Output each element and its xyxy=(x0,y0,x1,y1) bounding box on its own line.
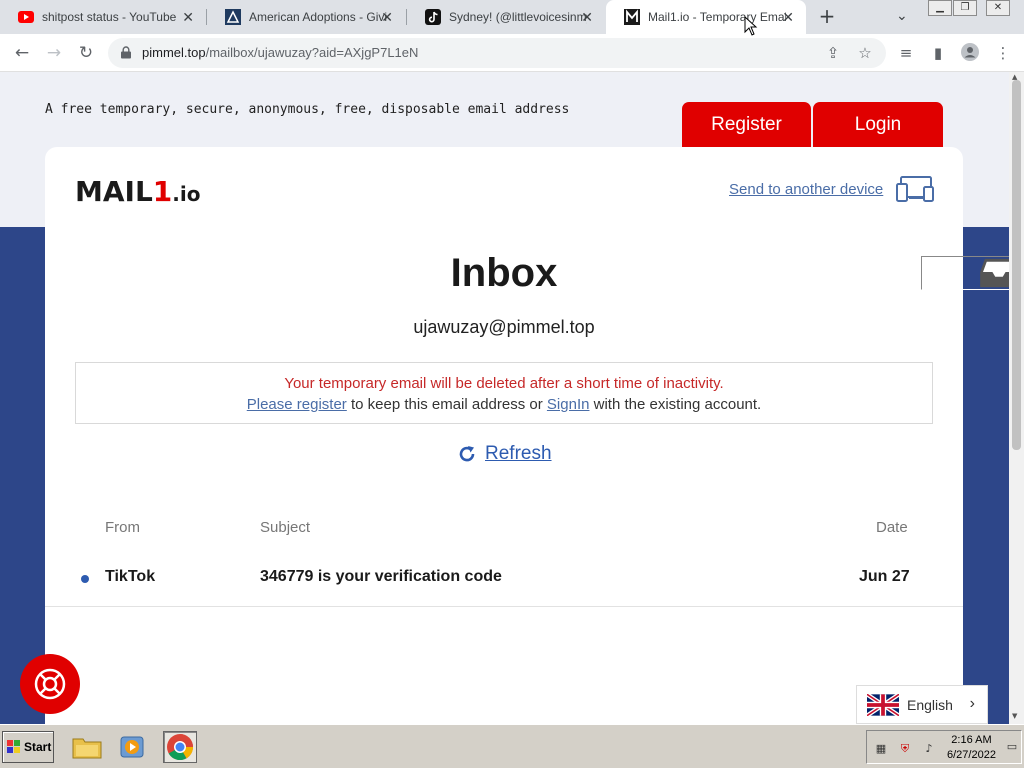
notice-end-text: with the existing account. xyxy=(589,396,762,413)
login-button[interactable]: Login xyxy=(813,102,943,148)
close-tab-icon[interactable]: ✕ xyxy=(581,9,593,25)
tab-search-chevron-icon[interactable]: ⌄ xyxy=(896,8,908,24)
tab-title: Mail1.io - Temporary Email xyxy=(648,10,786,24)
refresh-label: Refresh xyxy=(485,443,552,464)
network-icon[interactable]: ▦ xyxy=(873,742,889,756)
clock-time: 2:16 AM xyxy=(951,734,992,746)
unread-dot-icon xyxy=(81,575,89,583)
chrome-taskbar-icon[interactable] xyxy=(163,731,197,763)
language-label: English xyxy=(907,696,953,713)
site-tagline: A free temporary, secure, anonymous, fre… xyxy=(45,102,570,117)
lock-icon[interactable] xyxy=(120,46,132,59)
close-window-button[interactable]: ✕ xyxy=(986,0,1010,16)
side-panel-icon[interactable]: ▮ xyxy=(928,43,948,63)
tab-mail1[interactable]: Mail1.io - Temporary Email ✕ xyxy=(606,0,806,34)
bookmark-star-icon[interactable]: ☆ xyxy=(856,44,874,62)
uk-flag-icon xyxy=(867,693,899,716)
inactivity-notice: Your temporary email will be deleted aft… xyxy=(75,362,933,424)
forward-button[interactable]: → xyxy=(42,41,66,65)
profile-avatar-icon[interactable] xyxy=(960,43,980,63)
refresh-button[interactable]: Refresh xyxy=(457,443,552,465)
send-to-device-link[interactable]: Send to another device xyxy=(729,181,883,198)
scroll-down-icon[interactable]: ▼ xyxy=(1012,712,1017,720)
minimize-button[interactable]: ▁ xyxy=(928,0,952,16)
logo-accent: 1 xyxy=(152,175,173,208)
notice-actions: Please register to keep this email addre… xyxy=(76,394,932,415)
signin-link[interactable]: SignIn xyxy=(547,396,590,413)
reload-button[interactable]: ↻ xyxy=(74,41,98,65)
close-tab-icon[interactable]: ✕ xyxy=(782,9,794,25)
volume-icon[interactable]: ♪ xyxy=(921,742,937,756)
security-alert-icon[interactable]: ⛨ xyxy=(897,742,913,756)
tab-title: Sydney! (@littlevoicesinmy xyxy=(449,10,587,24)
close-tab-icon[interactable]: ✕ xyxy=(182,9,194,25)
tab-strip: shitpost status - YouTube ✕ American Ado… xyxy=(0,0,1024,34)
show-desktop-icon[interactable]: ▭ xyxy=(1004,740,1020,754)
tab-title: shitpost status - YouTube xyxy=(42,10,177,24)
media-control-icon[interactable]: ≡ xyxy=(896,43,916,63)
url-path: /mailbox/ujawuzay?aid=AXjgP7L1eN xyxy=(205,45,419,60)
please-register-link[interactable]: Please register xyxy=(247,396,347,413)
email-date: Jun 27 xyxy=(859,568,910,585)
notice-middle-text: to keep this email address or xyxy=(346,396,547,413)
mail1-icon xyxy=(624,9,640,25)
language-selector[interactable]: English › xyxy=(856,685,988,724)
inactivity-warning: Your temporary email will be deleted aft… xyxy=(284,375,724,392)
mailbox-card: MAIL1.io Send to another device Inbox uj… xyxy=(45,147,1009,724)
address-bar[interactable]: pimmel.top/mailbox/ujawuzay?aid=AXjgP7L1… xyxy=(108,38,886,68)
help-lifebuoy-button[interactable] xyxy=(20,654,80,714)
clock-date: 6/27/2022 xyxy=(947,749,996,761)
system-tray: ▦ ⛨ ♪ 2:16 AM 6/27/2022 ▭ xyxy=(866,730,1022,764)
inbox-heading: Inbox xyxy=(45,251,1009,296)
start-button[interactable]: Start xyxy=(2,731,54,763)
inbox-title-text: Inbox xyxy=(450,251,558,295)
browser-toolbar: ← → ↻ pimmel.top/mailbox/ujawuzay?aid=AX… xyxy=(0,34,1024,72)
column-header-from: From xyxy=(105,519,140,536)
url-text: pimmel.top/mailbox/ujawuzay?aid=AXjgP7L1… xyxy=(142,45,418,60)
temp-email-address[interactable]: ujawuzay@pimmel.top xyxy=(45,317,963,338)
restore-button[interactable]: ❐ xyxy=(953,0,977,16)
lifebuoy-icon xyxy=(34,668,66,700)
mail1-logo[interactable]: MAIL1.io xyxy=(75,175,200,208)
url-host: pimmel.top xyxy=(142,45,206,60)
close-tab-icon[interactable]: ✕ xyxy=(381,9,393,25)
taskbar: Start ▦ ⛨ ♪ 2:16 AM 6/27/2022 ▭ xyxy=(0,724,1024,768)
share-icon[interactable]: ⇪ xyxy=(824,44,842,62)
mouse-cursor-icon xyxy=(744,16,758,36)
email-subject: 346779 is your verification code xyxy=(260,568,502,585)
refresh-icon xyxy=(459,446,475,462)
back-button[interactable]: ← xyxy=(10,41,34,65)
windows-logo-icon xyxy=(7,740,20,753)
taskbar-clock[interactable]: 2:16 AM 6/27/2022 xyxy=(947,733,996,763)
scroll-thumb[interactable] xyxy=(1012,80,1021,450)
tab-title: American Adoptions - Givin xyxy=(249,10,387,24)
logo-suffix: .io xyxy=(172,182,201,206)
american-adoptions-icon xyxy=(225,9,241,25)
email-sender: TikTok xyxy=(105,568,156,585)
tab-youtube[interactable]: shitpost status - YouTube ✕ xyxy=(0,0,206,34)
register-button[interactable]: Register xyxy=(682,102,811,148)
youtube-icon xyxy=(18,9,34,25)
tab-american-adoptions[interactable]: American Adoptions - Givin ✕ xyxy=(207,0,405,34)
page-scrollbar[interactable]: ▲ ▼ xyxy=(1009,72,1024,724)
column-header-subject: Subject xyxy=(260,519,311,536)
tiktok-icon xyxy=(425,9,441,25)
page-viewport: A free temporary, secure, anonymous, fre… xyxy=(0,72,1009,724)
inbox-tray-icon xyxy=(921,256,1009,290)
column-header-date: Date xyxy=(876,519,908,536)
browser-menu-icon[interactable]: ⋮ xyxy=(993,43,1013,63)
logo-main: MAIL xyxy=(75,175,153,208)
media-player-icon[interactable] xyxy=(116,731,150,763)
email-row[interactable]: TikTok 346779 is your verification code … xyxy=(45,557,963,607)
new-tab-button[interactable]: + xyxy=(816,6,838,28)
file-explorer-icon[interactable] xyxy=(70,731,104,763)
start-label: Start xyxy=(24,740,52,754)
tab-tiktok[interactable]: Sydney! (@littlevoicesinmy ✕ xyxy=(407,0,605,34)
devices-icon[interactable] xyxy=(895,175,935,205)
chevron-right-icon: › xyxy=(969,695,975,712)
